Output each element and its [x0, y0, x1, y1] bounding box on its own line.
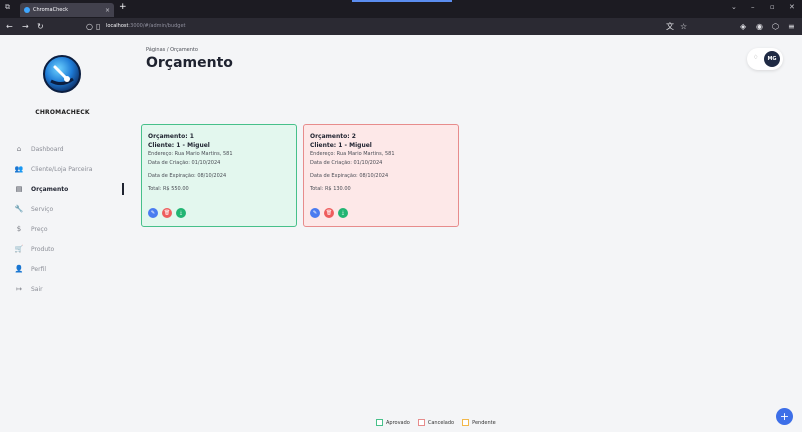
logo-emblem-icon: [43, 55, 81, 93]
budget-address: Endereço: Rua Mario Martins, 581: [148, 151, 233, 157]
page-icon: ▯: [96, 22, 101, 31]
budget-total: Total: R$ 550.00: [148, 186, 189, 192]
sidebar-item-label: Produto: [31, 245, 55, 253]
maximize-icon[interactable]: ▫: [770, 3, 775, 11]
account-icon[interactable]: ◉: [756, 22, 763, 31]
legend-approved-label: Aprovado: [386, 419, 410, 426]
sidebar-item-cliente-loja-parceira[interactable]: 👥 Cliente/Loja Parceira: [0, 159, 126, 179]
tab-accent: [352, 0, 452, 2]
legend-cancelled-swatch: [417, 419, 425, 426]
sidebar-item-produto[interactable]: 🛒 Produto: [0, 239, 126, 259]
tab-title: ChromaCheck: [33, 7, 68, 13]
home-icon: ⌂: [16, 145, 22, 153]
bell-icon[interactable]: ♢: [753, 54, 758, 61]
url-path: :3000/#/admin/budget: [128, 23, 186, 29]
delete-button[interactable]: 🗑: [162, 208, 172, 218]
logo-text: CHROMACHECK: [35, 109, 90, 116]
reload-icon[interactable]: ↻: [37, 22, 44, 31]
add-budget-button[interactable]: +: [776, 408, 793, 425]
legend-pending: Pendente: [462, 419, 496, 426]
page-title: Orçamento: [146, 55, 233, 71]
budget-total: Total: R$ 130.00: [310, 186, 351, 192]
sidebar-item-label: Serviço: [31, 205, 54, 213]
sidebar-item-label: Orçamento: [31, 185, 69, 193]
dollar-icon: $: [16, 225, 22, 233]
new-tab-button[interactable]: +: [119, 2, 127, 12]
budget-card: Orçamento: 1 Cliente: 1 - Miguel Endereço:…: [141, 124, 297, 227]
sidebar-menu: ⌂ Dashboard 👥 Cliente/Loja Parceira ▤ Orçamen…: [0, 139, 126, 299]
legend-cancelled: Cancelado: [417, 419, 455, 426]
sidebar-item-label: Perfil: [31, 265, 47, 273]
budget-actions: ✎ 🗑 ⤓: [310, 208, 348, 218]
logout-icon: ↦: [16, 285, 22, 293]
sidebar-item-pre-o[interactable]: $ Preço: [0, 219, 126, 239]
minimize-icon[interactable]: –: [751, 3, 755, 11]
url-bar[interactable]: localhost:3000/#/admin/budget: [106, 23, 186, 29]
legend-cancelled-label: Cancelado: [427, 419, 455, 426]
forward-icon[interactable]: →: [22, 22, 29, 31]
budget-number: Orçamento: 2: [310, 133, 356, 140]
sidebar-item-sair[interactable]: ↦ Sair: [0, 279, 126, 299]
budget-client: Cliente: 1 - Miguel: [148, 142, 210, 149]
breadcrumb: Páginas / Orçamento: [146, 47, 198, 53]
extensions-icon[interactable]: ⬡: [772, 22, 779, 31]
sidebar-item-label: Preço: [31, 225, 48, 233]
budget-created-date: Data de Criação: 01/10/2024: [148, 160, 221, 166]
budget-expiry-date: Data de Expiração: 08/10/2024: [148, 173, 227, 179]
budget-number: Orçamento: 1: [148, 133, 194, 140]
sidebar: CHROMACHECK ⌂ Dashboard 👥 Cliente/Loja Parc…: [0, 35, 126, 432]
legend-pending-label: Pendente: [472, 419, 496, 426]
hamburger-menu-icon[interactable]: ≡: [788, 22, 795, 31]
browser-nav-bar: ← → ↻ ○ ▯ localhost:3000/#/admin/budget …: [0, 18, 802, 35]
sidebar-item-label: Dashboard: [31, 145, 64, 153]
budget-created-date: Data de Criação: 01/10/2024: [310, 160, 383, 166]
download-button[interactable]: ⤓: [338, 208, 348, 218]
shield-icon[interactable]: ○: [86, 22, 93, 31]
browser-tab[interactable]: ChromaCheck ×: [20, 3, 114, 17]
back-icon[interactable]: ←: [6, 22, 13, 31]
edit-button[interactable]: ✎: [310, 208, 320, 218]
sidebar-item-label: Cliente/Loja Parceira: [31, 165, 93, 173]
status-legend: Aprovado Cancelado Pendente: [376, 419, 496, 426]
budget-client: Cliente: 1 - Miguel: [310, 142, 372, 149]
close-window-icon[interactable]: ✕: [789, 3, 795, 11]
edit-button[interactable]: ✎: [148, 208, 158, 218]
budget-actions: ✎ 🗑 ⤓: [148, 208, 186, 218]
logo[interactable]: CHROMACHECK: [25, 55, 100, 135]
favicon-icon: [24, 7, 30, 13]
legend-approved: Aprovado: [376, 419, 410, 426]
cart-icon: 🛒: [14, 245, 24, 253]
person-icon: 👤: [14, 265, 24, 273]
browser-menu-icon[interactable]: ⧉: [5, 3, 10, 12]
pocket-icon[interactable]: ◈: [740, 22, 746, 31]
user-menu[interactable]: ♢ MG: [747, 48, 783, 70]
document-icon: ▤: [15, 185, 23, 193]
delete-button[interactable]: 🗑: [324, 208, 334, 218]
budget-card: Orçamento: 2 Cliente: 1 - Miguel Endereço:…: [303, 124, 459, 227]
tab-list-icon[interactable]: ⌄: [731, 3, 737, 11]
budget-address: Endereço: Rua Mario Martins, 581: [310, 151, 395, 157]
translate-icon[interactable]: 文: [666, 22, 674, 31]
sidebar-item-perfil[interactable]: 👤 Perfil: [0, 259, 126, 279]
tab-close-icon[interactable]: ×: [105, 7, 110, 14]
browser-tab-bar: ⧉ ChromaCheck × + ⌄ – ▫ ✕: [0, 0, 802, 18]
url-host: localhost: [106, 23, 129, 29]
download-button[interactable]: ⤓: [176, 208, 186, 218]
wrench-icon: 🔧: [14, 205, 24, 213]
avatar[interactable]: MG: [764, 51, 780, 67]
sidebar-item-label: Sair: [31, 285, 43, 293]
star-icon[interactable]: ☆: [680, 22, 687, 31]
legend-approved-swatch: [376, 419, 383, 426]
budget-expiry-date: Data de Expiração: 08/10/2024: [310, 173, 389, 179]
sidebar-item-servi-o[interactable]: 🔧 Serviço: [0, 199, 126, 219]
sidebar-item-dashboard[interactable]: ⌂ Dashboard: [0, 139, 126, 159]
sidebar-item-or-amento[interactable]: ▤ Orçamento: [0, 179, 126, 199]
users-icon: 👥: [14, 165, 24, 173]
legend-pending-swatch: [462, 419, 470, 426]
